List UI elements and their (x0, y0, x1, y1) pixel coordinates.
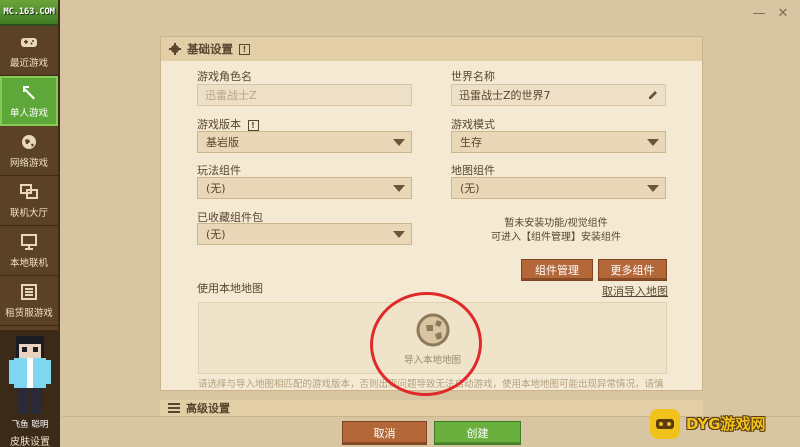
watermark: DYG游戏网 (640, 400, 800, 447)
map-component-label: 地图组件 (451, 164, 495, 177)
top-bar (62, 0, 800, 26)
info-icon[interactable]: ! (239, 43, 250, 55)
sidebar-item-single-player[interactable]: 单人游戏 (0, 76, 58, 126)
sidebar-item-label: 联机大厅 (9, 207, 48, 219)
advanced-settings-title: 高级设置 (186, 402, 230, 415)
import-map-dropzone[interactable]: 导入本地地图 (198, 302, 667, 374)
list-icon (168, 402, 180, 414)
lobby-icon (20, 183, 38, 201)
watermark-text: DYG游戏网 (686, 415, 766, 433)
chevron-down-icon (647, 139, 659, 146)
local-map-label: 使用本地地图 (197, 282, 263, 295)
component-manage-button[interactable]: 组件管理 (521, 259, 593, 281)
gameplay-label: 玩法组件 (197, 164, 241, 177)
chevron-down-icon (647, 185, 659, 192)
sidebar-item-local-lan[interactable]: 本地联机 (0, 226, 58, 276)
chevron-down-icon (393, 139, 405, 146)
create-button[interactable]: 创建 (434, 421, 521, 445)
version-select[interactable]: 基岩版 (197, 131, 412, 153)
sidebar-item-rental-server[interactable]: 租赁服游戏 (0, 276, 58, 326)
world-name-input[interactable]: 迅雷战士Z的世界7 (451, 84, 666, 106)
advanced-settings-header[interactable]: 高级设置 (160, 400, 703, 416)
cancel-import-link[interactable]: 取消导入地图 (602, 283, 668, 299)
pickaxe-icon (20, 83, 38, 101)
basic-settings-panel: 基础设置 ! 游戏角色名 迅雷战士Z 世界名称 迅雷战士Z的世界7 游戏版本 !… (160, 36, 703, 391)
minimize-button[interactable]: — (750, 4, 768, 22)
sidebar: MC.163.COM 最近游戏 单人游戏 网络游戏 联机大厅 本地联机 租赁服游… (0, 0, 60, 447)
mode-value: 生存 (460, 136, 482, 149)
info-icon[interactable]: ! (247, 120, 259, 131)
role-name-field: 迅雷战士Z (197, 84, 412, 106)
component-notice: 暂未安装功能/视觉组件 可进入【组件管理】安装组件 (491, 218, 621, 243)
mode-select[interactable]: 生存 (451, 131, 666, 153)
skin-panel: 飞鱼 聪明 皮肤设置 (0, 330, 60, 447)
import-map-text: 导入本地地图 (403, 355, 461, 366)
sidebar-item-recent-games[interactable]: 最近游戏 (0, 26, 58, 76)
chevron-down-icon (393, 231, 405, 238)
chevron-down-icon (393, 185, 405, 192)
server-icon (20, 283, 38, 301)
map-component-value: (无) (460, 182, 480, 195)
mode-label: 游戏模式 (451, 118, 495, 131)
version-label: 游戏版本 ! (197, 116, 259, 132)
avatar[interactable] (8, 336, 52, 416)
pencil-icon[interactable] (647, 89, 659, 101)
globe-icon (20, 133, 38, 151)
gameplay-select[interactable]: (无) (197, 177, 412, 199)
warning-text: 请选择与导入地图相匹配的游戏版本，否则出现问题导致无法启动游戏，使用本地地图可能… (198, 379, 664, 390)
logo: MC.163.COM (0, 0, 58, 26)
gameplay-value: (无) (206, 182, 226, 195)
map-import-icon (413, 310, 453, 350)
skin-settings-button[interactable]: 皮肤设置 (10, 433, 50, 447)
close-button[interactable]: ✕ (774, 4, 792, 22)
player-name: 飞鱼 聪明 (11, 420, 49, 430)
sidebar-item-lobby[interactable]: 联机大厅 (0, 176, 58, 226)
version-value: 基岩版 (206, 136, 239, 149)
sidebar-item-label: 本地联机 (9, 257, 48, 269)
basic-settings-title: 基础设置 (187, 42, 233, 56)
sidebar-item-label: 单人游戏 (9, 108, 48, 119)
basic-settings-header[interactable]: 基础设置 ! (161, 37, 702, 61)
sidebar-item-label: 租赁服游戏 (5, 307, 53, 319)
gear-icon (169, 43, 181, 55)
sidebar-item-online-games[interactable]: 网络游戏 (0, 126, 58, 176)
sidebar-item-label: 最近游戏 (9, 57, 48, 69)
role-name-label: 游戏角色名 (197, 70, 252, 83)
world-name-value: 迅雷战士Z的世界7 (459, 89, 551, 102)
gamepad-icon (20, 33, 38, 51)
gamepad-icon (650, 408, 680, 439)
favorite-pack-select[interactable]: (无) (197, 223, 412, 245)
more-components-button[interactable]: 更多组件 (598, 259, 667, 281)
favorite-pack-value: (无) (206, 228, 226, 241)
cancel-button[interactable]: 取消 (342, 421, 427, 445)
monitor-icon (20, 233, 38, 251)
sidebar-item-label: 网络游戏 (9, 157, 48, 169)
map-component-select[interactable]: (无) (451, 177, 666, 199)
world-name-label: 世界名称 (451, 70, 495, 83)
